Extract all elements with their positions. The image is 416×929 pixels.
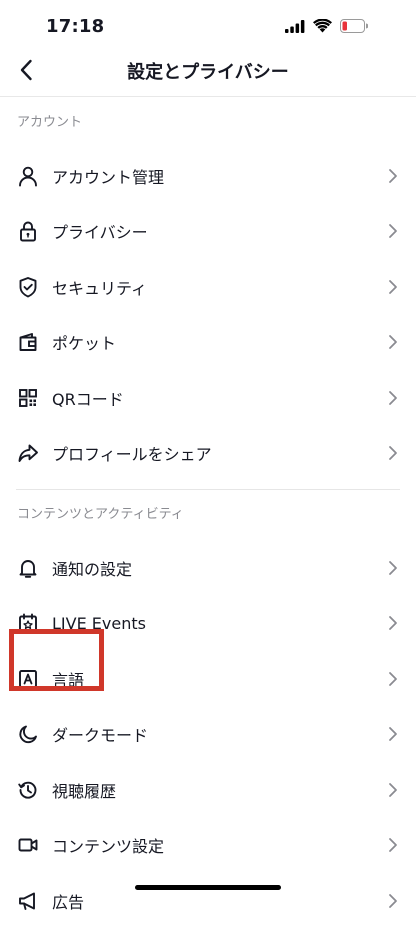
settings-item-watch-history[interactable]: 視聴履歴 [0, 762, 416, 818]
chevron-right-icon [389, 168, 397, 183]
wallet-icon [16, 330, 40, 354]
battery-icon [340, 18, 369, 37]
chevron-right-icon [389, 279, 397, 294]
chevron-right-icon [389, 893, 397, 908]
status-icons [285, 18, 369, 37]
settings-item-label: セキュリティ [52, 278, 148, 298]
wifi-icon [313, 18, 332, 37]
video-camera-icon [16, 833, 40, 857]
chevron-right-icon [389, 390, 397, 405]
chevron-right-icon [389, 335, 397, 350]
qr-code-icon [16, 386, 40, 410]
settings-item-label: 広告 [52, 892, 85, 912]
chevron-right-icon [389, 727, 397, 742]
settings-item-label: プロフィールをシェア [52, 445, 212, 465]
chevron-right-icon [389, 838, 397, 853]
chevron-right-icon [389, 446, 397, 461]
settings-item-pocket[interactable]: ポケット [0, 315, 416, 371]
moon-icon [16, 722, 40, 746]
share-icon [16, 441, 40, 465]
settings-item-account-management[interactable]: アカウント管理 [0, 148, 416, 204]
settings-item-qr-code[interactable]: QRコード [0, 370, 416, 426]
chevron-right-icon [389, 671, 397, 686]
chevron-right-icon [389, 224, 397, 239]
shield-icon [16, 275, 40, 299]
settings-item-notifications[interactable]: 通知の設定 [0, 540, 416, 596]
settings-item-ads[interactable]: 広告 [0, 873, 416, 929]
chevron-right-icon [389, 616, 397, 631]
settings-item-security[interactable]: セキュリティ [0, 259, 416, 315]
settings-list: アカウント アカウント管理 プライバシー セキュリティ ポケット QRコード プ… [0, 98, 416, 929]
settings-item-content-preferences[interactable]: コンテンツ設定 [0, 818, 416, 874]
megaphone-icon [16, 889, 40, 913]
chevron-right-icon [389, 560, 397, 575]
person-icon [16, 164, 40, 188]
page-title: 設定とプライバシー [127, 62, 289, 83]
settings-item-label: 通知の設定 [52, 559, 133, 579]
lock-icon [16, 219, 40, 243]
settings-item-label: ダークモード [52, 726, 149, 746]
signal-icon [285, 18, 305, 37]
settings-item-privacy[interactable]: プライバシー [0, 204, 416, 260]
settings-item-share-profile[interactable]: プロフィールをシェア [0, 426, 416, 482]
settings-item-label: プライバシー [52, 223, 148, 243]
status-time: 17:18 [46, 16, 105, 37]
chevron-right-icon [389, 782, 397, 797]
settings-item-label: ポケット [52, 334, 117, 354]
section-header-content-activity: コンテンツとアクティビティ [17, 507, 184, 522]
highlight-box [9, 629, 104, 691]
settings-item-label: コンテンツ設定 [52, 837, 165, 857]
section-header-account: アカウント [17, 115, 83, 130]
nav-bar: 設定とプライバシー [0, 44, 416, 97]
history-icon [16, 778, 40, 802]
settings-item-label: 視聴履歴 [52, 781, 117, 801]
settings-item-dark-mode[interactable]: ダークモード [0, 707, 416, 763]
bell-icon [16, 556, 40, 580]
home-indicator [135, 885, 281, 890]
settings-item-label: アカウント管理 [52, 167, 165, 187]
settings-item-label: QRコード [52, 389, 124, 409]
